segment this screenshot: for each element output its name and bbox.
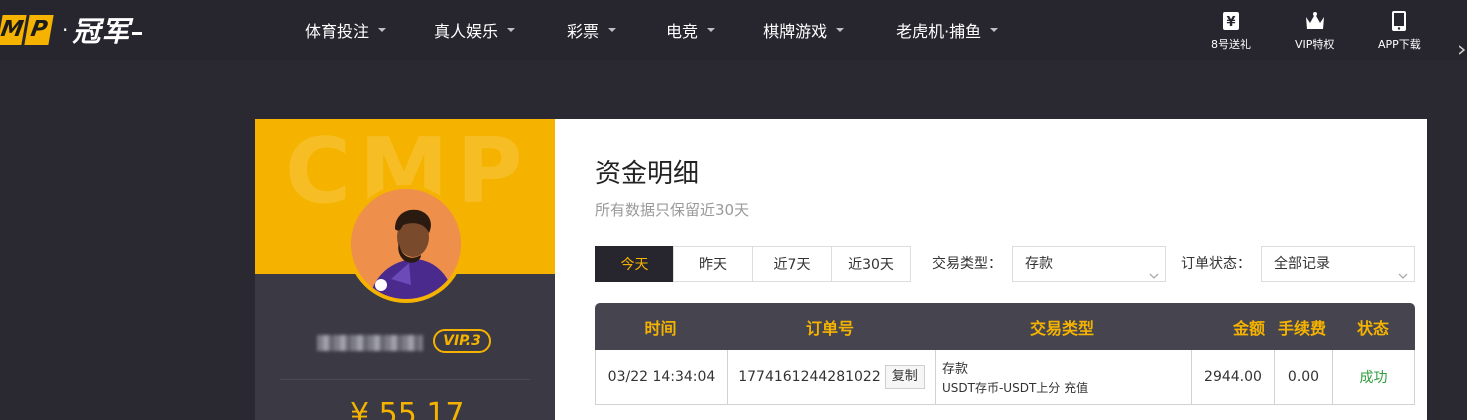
cell-amount: 2944.00 [1191,350,1274,404]
range-30days-button[interactable]: 近30天 [831,246,911,282]
chevron-down-icon [507,26,516,34]
username-blurred [317,335,423,351]
nav-item-esports[interactable]: 电竞 [666,0,716,60]
nav-item-label: 电竞 [666,22,699,41]
date-range-tabs: 今天 昨天 近7天 近30天 [595,246,911,282]
vip-badge: VIP.3 [433,329,491,353]
logo-letters: M P [0,15,54,45]
column-header-order-no: 订单号 [805,318,854,338]
yen-gift-icon: ¥ [1220,10,1242,32]
crown-icon [1304,10,1326,32]
logo-letter: M [0,15,27,45]
nav-item-label: 棋牌游戏 [763,22,828,41]
profile-card: CMP VIP.3 ¥ 55.17 [255,119,555,420]
quick-link-label: VIP特权 [1295,38,1335,51]
order-number: 1774161244281022 [738,369,881,385]
logo-letter: P [24,15,54,45]
copy-button[interactable]: 复制 [884,365,925,389]
nav-item-slots-fishing[interactable]: 老虎机·捕鱼 [896,0,999,60]
chevron-down-icon [1398,260,1408,279]
scroll-arrow-icon[interactable] [1458,42,1467,56]
quick-link-vip[interactable]: VIP特权 [1295,10,1334,52]
avatar[interactable] [347,185,465,303]
transaction-type-label: 交易类型： [932,256,1002,272]
svg-text:¥: ¥ [1226,15,1235,30]
nav-item-board-games[interactable]: 棋牌游戏 [763,0,845,60]
divider [280,379,530,380]
column-header-amount: 金额 [1232,318,1265,338]
cell-order-no: 1774161244281022 复制 [727,350,935,404]
quick-link-label: APP下载 [1378,38,1421,51]
table-row: 03/22 14:34:04 1774161244281022 复制 存款 US… [595,350,1415,405]
type-detail: USDT存币-USDT上分 充值 [942,381,1089,395]
column-header-type: 交易类型 [1029,318,1094,338]
nav-item-label: 体育投注 [305,22,370,41]
range-yesterday-button[interactable]: 昨天 [673,246,753,282]
order-status-value: 全部记录 [1274,256,1330,272]
chevron-down-icon [1149,260,1159,279]
order-status-select[interactable]: 全部记录 [1261,246,1415,282]
cell-status: 成功 [1332,350,1414,404]
fund-details-panel: 资金明细 所有数据只保留近30天 今天 昨天 近7天 近30天 交易类型： 存款… [555,119,1427,420]
cell-type: 存款 USDT存币-USDT上分 充值 [935,350,1191,404]
transaction-type-select[interactable]: 存款 [1012,246,1166,282]
top-navigation-bar: M P · 冠军 体育投注 真人娱乐 彩票 电竞 棋牌游戏 老虎机·捕鱼 ¥ 8… [0,0,1467,60]
phone-icon [1388,10,1410,32]
quick-link-gift[interactable]: ¥ 8号送礼 [1211,10,1251,52]
nav-item-lottery[interactable]: 彩票 [567,0,617,60]
chevron-down-icon [608,26,617,34]
nav-item-label: 彩票 [567,22,600,41]
chevron-down-icon [990,26,999,34]
transactions-table: 时间 订单号 交易类型 金额 手续费 状态 03/22 14:34:04 177… [595,303,1415,405]
cell-fee: 0.00 [1274,350,1332,404]
cell-time: 03/22 14:34:04 [607,369,716,385]
table-header: 时间 订单号 交易类型 金额 手续费 状态 [595,303,1415,350]
nav-item-label: 真人娱乐 [434,22,499,41]
page-subtitle: 所有数据只保留近30天 [595,201,750,219]
type-main: 存款 [942,362,969,377]
column-header-time: 时间 [644,318,677,338]
logo-dot: · [62,18,69,42]
quick-link-label: 8号送礼 [1211,38,1251,51]
nav-item-label: 老虎机·捕鱼 [896,22,982,41]
avatar-image [351,189,461,299]
logo-text: 冠军 [72,10,142,50]
column-header-fee: 手续费 [1277,318,1326,338]
nav-item-live-casino[interactable]: 真人娱乐 [434,0,516,60]
range-7days-button[interactable]: 近7天 [752,246,832,282]
page-title: 资金明细 [595,159,700,189]
transaction-type-value: 存款 [1025,256,1053,272]
column-header-status: 状态 [1356,318,1389,338]
balance-amount: ¥ 55.17 [350,397,465,420]
site-logo[interactable]: M P · 冠军 [0,10,142,50]
quick-link-app[interactable]: APP下载 [1378,10,1421,52]
order-status-label: 订单状态： [1181,256,1251,272]
range-today-button[interactable]: 今天 [595,246,674,282]
chevron-down-icon [836,26,845,34]
main-nav: 体育投注 真人娱乐 彩票 电竞 棋牌游戏 老虎机·捕鱼 [305,0,999,60]
chevron-down-icon [378,26,387,34]
chevron-down-icon [707,26,716,34]
nav-item-sports[interactable]: 体育投注 [305,0,387,60]
